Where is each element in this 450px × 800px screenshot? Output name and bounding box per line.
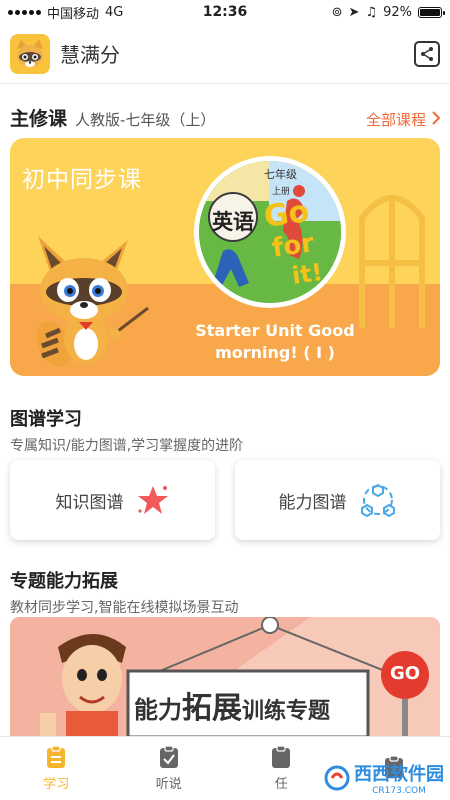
lesson-title-line2: morning! ( I )	[215, 343, 335, 362]
battery-icon	[418, 6, 445, 18]
app-title: 慧满分	[60, 43, 120, 67]
lock-rotation-icon: ⊚	[331, 4, 343, 20]
special-training-header: 专题能力拓展 教材同步学习,智能在线模拟场景互动	[10, 567, 238, 617]
location-icon: ➤	[348, 4, 360, 20]
raccoon-logo-icon	[10, 33, 50, 74]
special-training-subtitle: 教材同步学习,智能在线模拟场景互动	[10, 600, 239, 616]
special-training-title: 专题能力拓展	[10, 571, 118, 592]
hexagon-network-icon	[360, 483, 395, 518]
go-sign: GO	[389, 663, 421, 684]
special-banner-text-3: 训练专题	[242, 699, 331, 724]
special-banner-text-2: 拓展	[182, 691, 242, 726]
tab-task-label: 任	[274, 777, 288, 792]
ability-map-label: 能力图谱	[278, 492, 347, 513]
status-bar: 中国移动 4G 12:36 ⊚ ➤ ♫ 92%	[0, 0, 450, 24]
tab-listen-speak[interactable]: 听说	[113, 737, 226, 800]
map-learning-title: 图谱学习	[10, 409, 82, 430]
carrier: 中国移动	[47, 6, 100, 22]
cover-volume: 上册	[272, 187, 291, 197]
clipboard-check-icon	[159, 745, 178, 768]
special-banner-text-1: 能力	[134, 696, 182, 724]
task-icon	[272, 745, 291, 768]
knowledge-map-card[interactable]: 知识图谱	[10, 460, 215, 540]
lesson-title-line1: Starter Unit Good	[195, 321, 355, 340]
share-button[interactable]	[414, 40, 440, 67]
cover-title-line3: it!	[290, 258, 325, 290]
main-course-header: 主修课 人教版-七年级（上） 全部课程	[10, 104, 441, 131]
raccoon-mascot-icon	[36, 236, 149, 367]
edition-label: 人教版-七年级（上）	[75, 111, 216, 129]
battery-percent: 92%	[383, 4, 412, 20]
main-course-title: 主修课	[10, 108, 68, 130]
app-header: 慧满分	[0, 24, 450, 84]
map-learning-subtitle: 专属知识/能力图谱,学习掌握度的进阶	[10, 438, 244, 454]
lesson-title: Starter Unit Good morning! ( I )	[160, 320, 390, 364]
watermark-logo-icon	[324, 765, 350, 791]
chevron-right-icon	[432, 110, 441, 129]
watermark-brand: 西西软件园	[354, 764, 444, 785]
bottom-tab-bar: 学习 听说 任 西西软件园 CR173.COM	[0, 736, 450, 800]
map-cards: 知识图谱 能力图谱	[10, 460, 440, 540]
map-learning-header: 图谱学习 专属知识/能力图谱,学习掌握度的进阶	[10, 405, 243, 455]
cover-title-line1: Go	[261, 194, 312, 235]
watermark-domain: CR173.COM	[372, 786, 426, 796]
ability-map-card[interactable]: 能力图谱	[235, 460, 440, 540]
special-training-banner[interactable]: 能力拓展训练专题 GO	[10, 617, 440, 737]
all-courses-label: 全部课程	[365, 111, 426, 129]
banner-label: 初中同步课	[22, 167, 142, 193]
star-icon	[137, 486, 168, 514]
signal-icon	[8, 9, 41, 15]
tab-task[interactable]: 任	[225, 737, 338, 800]
cover-subject: 英语	[212, 209, 254, 234]
course-banner[interactable]: 初中同步课 英语 七年级 上册 Go for it! Starter Unit …	[10, 138, 440, 376]
headphones-icon: ♫	[365, 4, 378, 20]
watermark: 西西软件园 CR173.COM	[324, 760, 444, 796]
tab-study-label: 学习	[43, 777, 70, 792]
study-icon	[47, 745, 66, 768]
all-courses-link[interactable]: 全部课程	[365, 109, 441, 130]
window-decoration	[359, 195, 425, 328]
cover-grade: 七年级	[264, 168, 297, 181]
knowledge-map-label: 知识图谱	[55, 492, 124, 513]
share-icon	[421, 46, 433, 61]
special-banner-title: 能力拓展训练专题	[134, 683, 330, 727]
tab-listen-speak-label: 听说	[155, 777, 182, 792]
tab-study[interactable]: 学习	[0, 737, 113, 800]
network-type: 4G	[105, 4, 124, 20]
cover-title-line2: for	[270, 228, 316, 264]
